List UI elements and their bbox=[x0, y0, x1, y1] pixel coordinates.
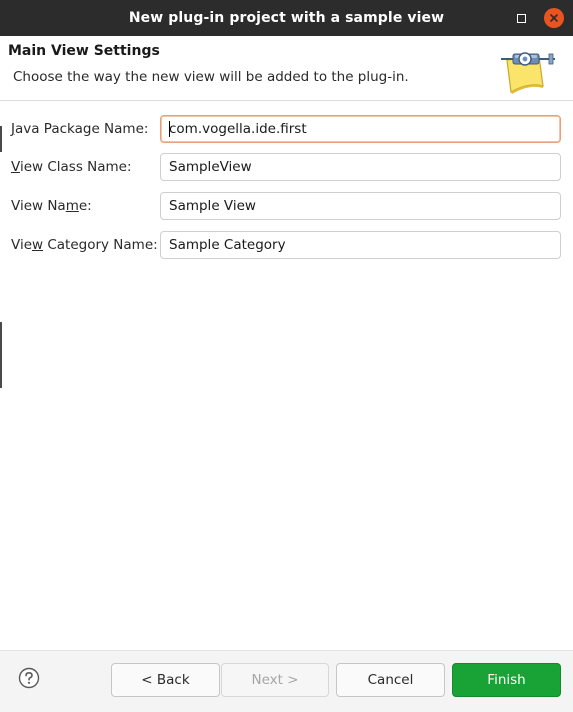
view-category-input[interactable]: Sample Category bbox=[160, 231, 561, 259]
mnemonic-letter: w bbox=[32, 237, 44, 253]
java-package-value: com.vogella.ide.first bbox=[169, 121, 307, 137]
view-class-input[interactable]: SampleView bbox=[160, 153, 561, 181]
plug-in-wizard-icon bbox=[501, 52, 555, 94]
view-name-value: Sample View bbox=[169, 198, 256, 214]
close-button[interactable] bbox=[544, 8, 564, 28]
cancel-button[interactable]: Cancel bbox=[336, 663, 445, 697]
next-button[interactable]: Next > bbox=[221, 663, 329, 697]
help-icon[interactable] bbox=[18, 667, 40, 689]
view-name-label: View Name: bbox=[11, 198, 92, 214]
mnemonic-letter: J bbox=[11, 121, 15, 137]
mnemonic-letter: m bbox=[65, 198, 79, 214]
window-edge-mark bbox=[0, 322, 2, 388]
wizard-page-title: Main View Settings bbox=[8, 43, 160, 59]
finish-button[interactable]: Finish bbox=[452, 663, 561, 697]
form-row-view-category: View Category Name: Sample Category bbox=[0, 231, 573, 261]
maximize-icon bbox=[516, 13, 526, 23]
mnemonic-letter: V bbox=[11, 159, 20, 175]
view-class-value: SampleView bbox=[169, 159, 252, 175]
close-icon bbox=[550, 14, 558, 22]
form-row-view-name: View Name: Sample View bbox=[0, 192, 573, 222]
window-titlebar[interactable]: New plug-in project with a sample view bbox=[0, 0, 573, 36]
view-category-label: View Category Name: bbox=[11, 237, 158, 253]
wizard-header: Main View Settings Choose the way the ne… bbox=[0, 36, 573, 101]
view-name-input[interactable]: Sample View bbox=[160, 192, 561, 220]
java-package-input[interactable]: com.vogella.ide.first bbox=[160, 115, 561, 143]
maximize-button[interactable] bbox=[511, 8, 531, 28]
window-title: New plug-in project with a sample view bbox=[128, 10, 445, 26]
form-row-view-class: View Class Name: SampleView bbox=[0, 153, 573, 183]
java-package-label: Java Package Name: bbox=[11, 121, 149, 137]
view-category-value: Sample Category bbox=[169, 237, 286, 253]
form-row-java-package: Java Package Name: com.vogella.ide.first bbox=[0, 115, 573, 145]
wizard-page-description: Choose the way the new view will be adde… bbox=[13, 69, 409, 85]
view-class-label: View Class Name: bbox=[11, 159, 132, 175]
back-button[interactable]: < Back bbox=[111, 663, 220, 697]
